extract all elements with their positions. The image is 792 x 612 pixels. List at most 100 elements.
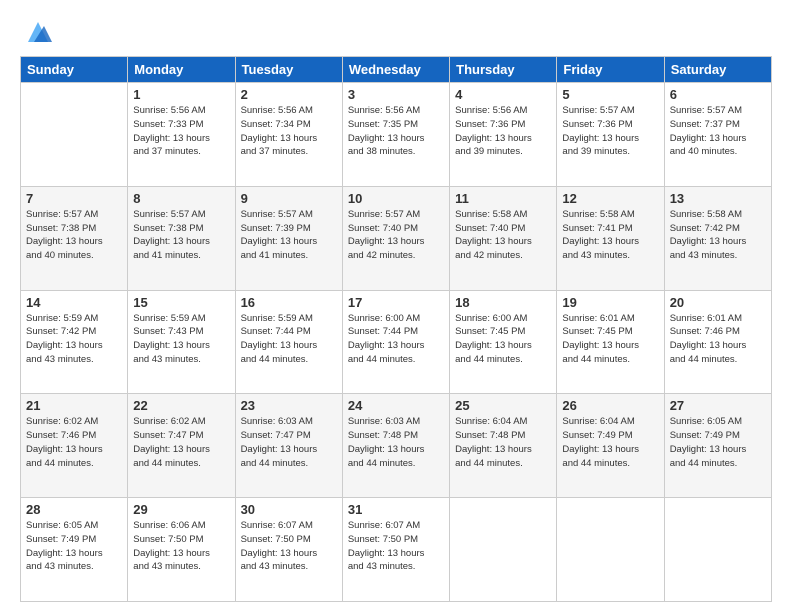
calendar-cell	[21, 83, 128, 187]
day-info: Sunrise: 6:02 AM Sunset: 7:47 PM Dayligh…	[133, 415, 229, 470]
calendar-week-row: 14 Sunrise: 5:59 AM Sunset: 7:42 PM Dayli…	[21, 290, 772, 394]
calendar-cell: 6 Sunrise: 5:57 AM Sunset: 7:37 PM Daylig…	[664, 83, 771, 187]
day-number: 21	[26, 398, 122, 413]
day-info: Sunrise: 6:02 AM Sunset: 7:46 PM Dayligh…	[26, 415, 122, 470]
calendar-week-row: 28 Sunrise: 6:05 AM Sunset: 7:49 PM Dayli…	[21, 498, 772, 602]
calendar-cell: 27 Sunrise: 6:05 AM Sunset: 7:49 PM Dayli…	[664, 394, 771, 498]
day-info: Sunrise: 6:07 AM Sunset: 7:50 PM Dayligh…	[241, 519, 337, 574]
day-info: Sunrise: 5:58 AM Sunset: 7:42 PM Dayligh…	[670, 208, 766, 263]
calendar-cell: 16 Sunrise: 5:59 AM Sunset: 7:44 PM Dayli…	[235, 290, 342, 394]
day-info: Sunrise: 5:57 AM Sunset: 7:38 PM Dayligh…	[26, 208, 122, 263]
day-info: Sunrise: 6:05 AM Sunset: 7:49 PM Dayligh…	[26, 519, 122, 574]
day-info: Sunrise: 5:57 AM Sunset: 7:38 PM Dayligh…	[133, 208, 229, 263]
weekday-header: Saturday	[664, 57, 771, 83]
calendar-header-row: SundayMondayTuesdayWednesdayThursdayFrid…	[21, 57, 772, 83]
calendar-cell: 12 Sunrise: 5:58 AM Sunset: 7:41 PM Dayli…	[557, 186, 664, 290]
calendar-cell: 10Sunrise: 5:57 AM Sunset: 7:40 PM Dayli…	[342, 186, 449, 290]
calendar-cell: 5 Sunrise: 5:57 AM Sunset: 7:36 PM Daylig…	[557, 83, 664, 187]
calendar-week-row: 7 Sunrise: 5:57 AM Sunset: 7:38 PM Daylig…	[21, 186, 772, 290]
day-info: Sunrise: 5:57 AM Sunset: 7:36 PM Dayligh…	[562, 104, 658, 159]
day-info: Sunrise: 6:01 AM Sunset: 7:46 PM Dayligh…	[670, 312, 766, 367]
calendar-cell: 28 Sunrise: 6:05 AM Sunset: 7:49 PM Dayli…	[21, 498, 128, 602]
day-info: Sunrise: 5:58 AM Sunset: 7:41 PM Dayligh…	[562, 208, 658, 263]
calendar-cell: 20 Sunrise: 6:01 AM Sunset: 7:46 PM Dayli…	[664, 290, 771, 394]
calendar-cell: 26 Sunrise: 6:04 AM Sunset: 7:49 PM Dayli…	[557, 394, 664, 498]
day-info: Sunrise: 5:56 AM Sunset: 7:34 PM Dayligh…	[241, 104, 337, 159]
day-number: 30	[241, 502, 337, 517]
day-info: Sunrise: 5:59 AM Sunset: 7:44 PM Dayligh…	[241, 312, 337, 367]
day-info: Sunrise: 6:00 AM Sunset: 7:45 PM Dayligh…	[455, 312, 551, 367]
day-info: Sunrise: 6:01 AM Sunset: 7:45 PM Dayligh…	[562, 312, 658, 367]
day-number: 22	[133, 398, 229, 413]
calendar-cell: 21 Sunrise: 6:02 AM Sunset: 7:46 PM Dayli…	[21, 394, 128, 498]
day-info: Sunrise: 5:56 AM Sunset: 7:35 PM Dayligh…	[348, 104, 444, 159]
day-number: 5	[562, 87, 658, 102]
day-number: 16	[241, 295, 337, 310]
day-number: 9	[241, 191, 337, 206]
day-info: Sunrise: 5:57 AM Sunset: 7:37 PM Dayligh…	[670, 104, 766, 159]
weekday-header: Wednesday	[342, 57, 449, 83]
day-number: 17	[348, 295, 444, 310]
calendar-cell: 22 Sunrise: 6:02 AM Sunset: 7:47 PM Dayli…	[128, 394, 235, 498]
day-info: Sunrise: 6:04 AM Sunset: 7:49 PM Dayligh…	[562, 415, 658, 470]
day-number: 27	[670, 398, 766, 413]
day-number: 12	[562, 191, 658, 206]
calendar-cell: 14 Sunrise: 5:59 AM Sunset: 7:42 PM Dayli…	[21, 290, 128, 394]
day-info: Sunrise: 6:04 AM Sunset: 7:48 PM Dayligh…	[455, 415, 551, 470]
calendar-cell: 11Sunrise: 5:58 AM Sunset: 7:40 PM Dayli…	[450, 186, 557, 290]
calendar-cell: 2 Sunrise: 5:56 AM Sunset: 7:34 PM Daylig…	[235, 83, 342, 187]
day-info: Sunrise: 6:05 AM Sunset: 7:49 PM Dayligh…	[670, 415, 766, 470]
day-number: 26	[562, 398, 658, 413]
day-info: Sunrise: 5:56 AM Sunset: 7:36 PM Dayligh…	[455, 104, 551, 159]
day-info: Sunrise: 5:58 AM Sunset: 7:40 PM Dayligh…	[455, 208, 551, 263]
calendar-cell: 1 Sunrise: 5:56 AM Sunset: 7:33 PM Daylig…	[128, 83, 235, 187]
day-number: 25	[455, 398, 551, 413]
day-number: 15	[133, 295, 229, 310]
calendar-cell: 15Sunrise: 5:59 AM Sunset: 7:43 PM Dayli…	[128, 290, 235, 394]
calendar-cell: 17 Sunrise: 6:00 AM Sunset: 7:44 PM Dayli…	[342, 290, 449, 394]
weekday-header: Monday	[128, 57, 235, 83]
day-number: 29	[133, 502, 229, 517]
weekday-header: Tuesday	[235, 57, 342, 83]
day-number: 28	[26, 502, 122, 517]
calendar-cell: 29Sunrise: 6:06 AM Sunset: 7:50 PM Dayli…	[128, 498, 235, 602]
weekday-header: Friday	[557, 57, 664, 83]
day-number: 19	[562, 295, 658, 310]
day-info: Sunrise: 6:00 AM Sunset: 7:44 PM Dayligh…	[348, 312, 444, 367]
calendar-cell: 9 Sunrise: 5:57 AM Sunset: 7:39 PM Daylig…	[235, 186, 342, 290]
day-number: 1	[133, 87, 229, 102]
day-number: 24	[348, 398, 444, 413]
day-number: 6	[670, 87, 766, 102]
calendar-table: SundayMondayTuesdayWednesdayThursdayFrid…	[20, 56, 772, 602]
calendar-cell: 25 Sunrise: 6:04 AM Sunset: 7:48 PM Dayli…	[450, 394, 557, 498]
day-number: 2	[241, 87, 337, 102]
day-number: 23	[241, 398, 337, 413]
calendar-cell	[664, 498, 771, 602]
day-info: Sunrise: 6:03 AM Sunset: 7:48 PM Dayligh…	[348, 415, 444, 470]
logo-icon	[24, 18, 52, 46]
calendar-cell: 23 Sunrise: 6:03 AM Sunset: 7:47 PM Dayli…	[235, 394, 342, 498]
day-number: 7	[26, 191, 122, 206]
day-info: Sunrise: 6:03 AM Sunset: 7:47 PM Dayligh…	[241, 415, 337, 470]
calendar-cell: 24 Sunrise: 6:03 AM Sunset: 7:48 PM Dayli…	[342, 394, 449, 498]
calendar-cell: 31Sunrise: 6:07 AM Sunset: 7:50 PM Dayli…	[342, 498, 449, 602]
day-number: 13	[670, 191, 766, 206]
day-info: Sunrise: 5:56 AM Sunset: 7:33 PM Dayligh…	[133, 104, 229, 159]
calendar-cell: 4Sunrise: 5:56 AM Sunset: 7:36 PM Daylig…	[450, 83, 557, 187]
weekday-header: Thursday	[450, 57, 557, 83]
day-number: 3	[348, 87, 444, 102]
calendar-cell: 3 Sunrise: 5:56 AM Sunset: 7:35 PM Daylig…	[342, 83, 449, 187]
day-number: 10	[348, 191, 444, 206]
day-number: 20	[670, 295, 766, 310]
calendar-week-row: 1 Sunrise: 5:56 AM Sunset: 7:33 PM Daylig…	[21, 83, 772, 187]
calendar-cell: 30 Sunrise: 6:07 AM Sunset: 7:50 PM Dayli…	[235, 498, 342, 602]
calendar-cell: 18Sunrise: 6:00 AM Sunset: 7:45 PM Dayli…	[450, 290, 557, 394]
logo	[20, 18, 52, 46]
day-number: 14	[26, 295, 122, 310]
calendar-cell: 19 Sunrise: 6:01 AM Sunset: 7:45 PM Dayli…	[557, 290, 664, 394]
day-info: Sunrise: 5:59 AM Sunset: 7:42 PM Dayligh…	[26, 312, 122, 367]
calendar-cell: 13 Sunrise: 5:58 AM Sunset: 7:42 PM Dayli…	[664, 186, 771, 290]
header	[20, 18, 772, 46]
weekday-header: Sunday	[21, 57, 128, 83]
day-info: Sunrise: 5:57 AM Sunset: 7:39 PM Dayligh…	[241, 208, 337, 263]
